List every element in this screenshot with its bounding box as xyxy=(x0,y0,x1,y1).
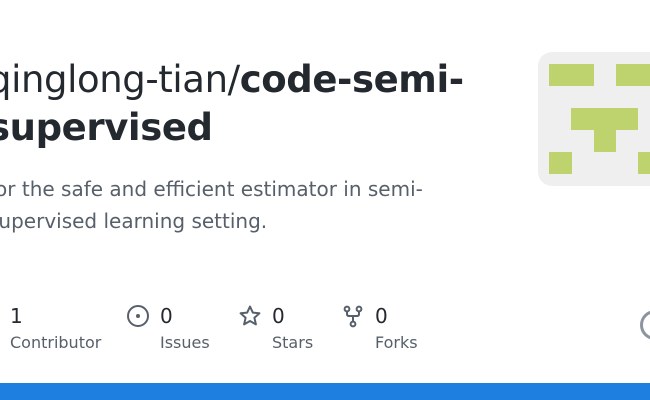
forks-count: 0 xyxy=(375,304,388,328)
repo-description: for the safe and efficient estimator in … xyxy=(0,173,423,237)
stars-count: 0 xyxy=(272,304,285,328)
issues-count: 0 xyxy=(160,304,173,328)
description-line-1: for the safe and efficient estimator in … xyxy=(0,177,423,201)
description-line-2: supervised learning setting. xyxy=(0,209,268,233)
issues-label: Issues xyxy=(160,333,210,352)
repo-name-continued[interactable]: supervised xyxy=(0,104,464,152)
repo-owner[interactable]: qinglong-tian/ xyxy=(0,58,240,101)
accent-bar xyxy=(0,383,650,400)
issue-icon xyxy=(126,304,150,328)
repo-title[interactable]: qinglong-tian/code-semi- supervised xyxy=(0,56,464,152)
star-icon xyxy=(238,304,262,328)
stars-label: Stars xyxy=(272,333,314,352)
contributors-count: 1 xyxy=(10,304,23,328)
repo-stats: 1 Contributor 0 Issues 0 Stars 0 Forks xyxy=(0,300,650,360)
repo-identicon xyxy=(538,52,650,186)
repo-name[interactable]: code-semi- xyxy=(240,58,464,101)
fork-icon xyxy=(341,304,365,328)
contributors-label: Contributor xyxy=(10,333,102,352)
forks-label: Forks xyxy=(375,333,418,352)
